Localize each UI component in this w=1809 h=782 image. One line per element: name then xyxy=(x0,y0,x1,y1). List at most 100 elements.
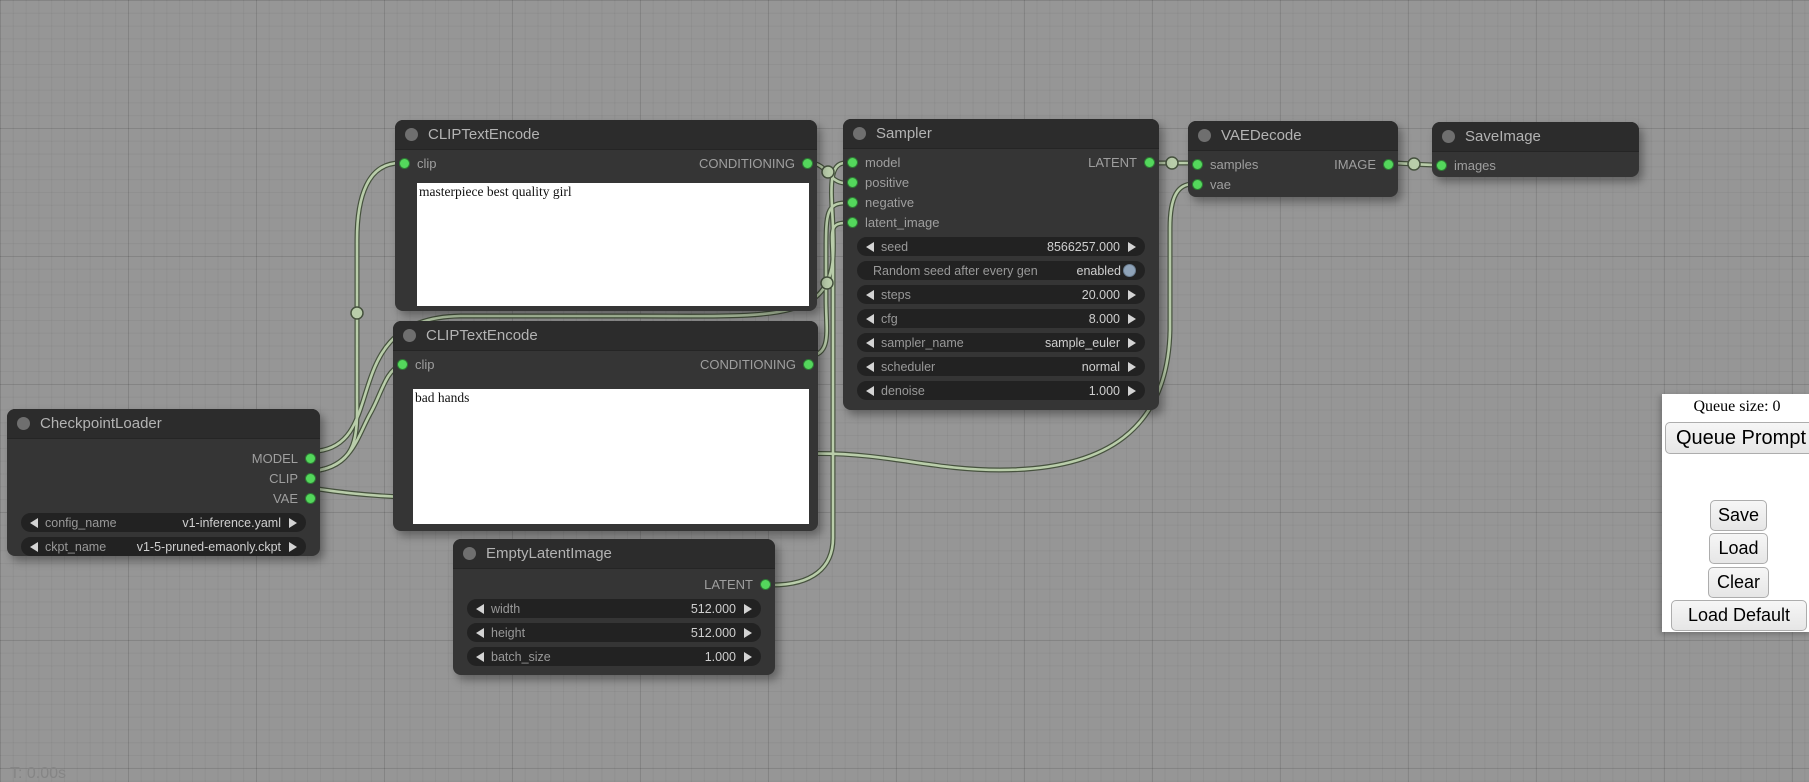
input-slot-clip[interactable]: clip xyxy=(397,357,435,372)
increment-arrow-icon[interactable] xyxy=(1128,242,1136,252)
input-slot-latent-image[interactable]: latent_image xyxy=(847,215,939,230)
sampler-name-widget[interactable]: sampler_name sample_euler xyxy=(857,333,1145,352)
input-dot-icon[interactable] xyxy=(1192,159,1203,170)
output-dot-icon[interactable] xyxy=(305,453,316,464)
input-slot-positive[interactable]: positive xyxy=(847,175,909,190)
increment-arrow-icon[interactable] xyxy=(744,652,752,662)
output-slot-latent[interactable]: LATENT xyxy=(704,577,771,592)
output-dot-icon[interactable] xyxy=(760,579,771,590)
save-button[interactable]: Save xyxy=(1710,500,1767,531)
node-title-label: Sampler xyxy=(876,125,932,142)
input-dot-icon[interactable] xyxy=(847,177,858,188)
node-title-bar[interactable]: CheckpointLoader xyxy=(7,409,320,439)
node-title-bar[interactable]: Sampler xyxy=(843,119,1159,149)
node-checkpointloader[interactable]: CheckpointLoader MODEL CLIP VAE config_n… xyxy=(7,409,320,556)
increment-arrow-icon[interactable] xyxy=(1128,362,1136,372)
increment-arrow-icon[interactable] xyxy=(1128,314,1136,324)
increment-arrow-icon[interactable] xyxy=(1128,386,1136,396)
collapse-dot-icon[interactable] xyxy=(403,329,416,342)
input-dot-icon[interactable] xyxy=(847,197,858,208)
collapse-dot-icon[interactable] xyxy=(1442,130,1455,143)
random-seed-toggle-widget[interactable]: Random seed after every gen enabled xyxy=(857,261,1145,280)
decrement-arrow-icon[interactable] xyxy=(866,362,874,372)
ckpt-name-widget[interactable]: ckpt_name v1-5-pruned-emaonly.ckpt xyxy=(21,537,306,556)
output-dot-icon[interactable] xyxy=(803,359,814,370)
collapse-dot-icon[interactable] xyxy=(853,127,866,140)
node-title-label: CLIPTextEncode xyxy=(428,126,540,143)
collapse-dot-icon[interactable] xyxy=(463,547,476,560)
input-slot-vae[interactable]: vae xyxy=(1192,177,1231,192)
decrement-arrow-icon[interactable] xyxy=(30,518,38,528)
input-dot-icon[interactable] xyxy=(397,359,408,370)
output-slot-conditioning[interactable]: CONDITIONING xyxy=(700,357,814,372)
negative-prompt-textarea[interactable]: bad hands xyxy=(413,389,809,524)
output-dot-icon[interactable] xyxy=(1144,157,1155,168)
load-default-button[interactable]: Load Default xyxy=(1671,600,1807,631)
decrement-arrow-icon[interactable] xyxy=(866,242,874,252)
node-title-bar[interactable]: VAEDecode xyxy=(1188,121,1398,151)
clear-button[interactable]: Clear xyxy=(1708,567,1769,598)
node-title-bar[interactable]: CLIPTextEncode xyxy=(395,120,817,150)
input-dot-icon[interactable] xyxy=(1436,160,1447,171)
node-title-bar[interactable]: EmptyLatentImage xyxy=(453,539,775,569)
decrement-arrow-icon[interactable] xyxy=(30,542,38,552)
input-slot-samples[interactable]: samples xyxy=(1192,157,1258,172)
batch-size-widget[interactable]: batch_size 1.000 xyxy=(467,647,761,666)
cfg-widget[interactable]: cfg 8.000 xyxy=(857,309,1145,328)
node-vaedecode[interactable]: VAEDecode samples IMAGE vae xyxy=(1188,121,1398,197)
node-saveimage[interactable]: SaveImage images xyxy=(1432,122,1639,177)
collapse-dot-icon[interactable] xyxy=(17,417,30,430)
increment-arrow-icon[interactable] xyxy=(289,518,297,528)
decrement-arrow-icon[interactable] xyxy=(476,652,484,662)
node-cliptextencode-positive[interactable]: CLIPTextEncode clip CONDITIONING masterp… xyxy=(395,120,817,311)
collapse-dot-icon[interactable] xyxy=(405,128,418,141)
decrement-arrow-icon[interactable] xyxy=(476,604,484,614)
toggle-dot-icon[interactable] xyxy=(1123,264,1136,277)
output-slot-latent[interactable]: LATENT xyxy=(1088,155,1155,170)
decrement-arrow-icon[interactable] xyxy=(866,386,874,396)
increment-arrow-icon[interactable] xyxy=(1128,290,1136,300)
output-slot-conditioning[interactable]: CONDITIONING xyxy=(699,156,813,171)
width-widget[interactable]: width 512.000 xyxy=(467,599,761,618)
increment-arrow-icon[interactable] xyxy=(744,628,752,638)
seed-widget[interactable]: seed 8566257.000 xyxy=(857,237,1145,256)
output-slot-vae[interactable]: VAE xyxy=(273,491,316,506)
steps-widget[interactable]: steps 20.000 xyxy=(857,285,1145,304)
output-slot-clip[interactable]: CLIP xyxy=(269,471,316,486)
input-slot-model[interactable]: model xyxy=(847,155,900,170)
denoise-widget[interactable]: denoise 1.000 xyxy=(857,381,1145,400)
queue-size-label: Queue size: 0 xyxy=(1662,394,1809,416)
collapse-dot-icon[interactable] xyxy=(1198,129,1211,142)
output-dot-icon[interactable] xyxy=(802,158,813,169)
decrement-arrow-icon[interactable] xyxy=(866,314,874,324)
decrement-arrow-icon[interactable] xyxy=(866,290,874,300)
height-widget[interactable]: height 512.000 xyxy=(467,623,761,642)
output-slot-image[interactable]: IMAGE xyxy=(1334,157,1394,172)
output-slot-model[interactable]: MODEL xyxy=(252,451,316,466)
config-name-widget[interactable]: config_name v1-inference.yaml xyxy=(21,513,306,532)
node-title-bar[interactable]: SaveImage xyxy=(1432,122,1639,152)
output-dot-icon[interactable] xyxy=(305,473,316,484)
output-dot-icon[interactable] xyxy=(305,493,316,504)
queue-prompt-button[interactable]: Queue Prompt xyxy=(1665,422,1809,454)
output-dot-icon[interactable] xyxy=(1383,159,1394,170)
input-dot-icon[interactable] xyxy=(399,158,410,169)
positive-prompt-textarea[interactable]: masterpiece best quality girl xyxy=(417,183,809,306)
decrement-arrow-icon[interactable] xyxy=(866,338,874,348)
load-button[interactable]: Load xyxy=(1709,533,1768,564)
increment-arrow-icon[interactable] xyxy=(289,542,297,552)
input-slot-negative[interactable]: negative xyxy=(847,195,914,210)
node-cliptextencode-negative[interactable]: CLIPTextEncode clip CONDITIONING bad han… xyxy=(393,321,818,531)
input-dot-icon[interactable] xyxy=(847,157,858,168)
input-slot-clip[interactable]: clip xyxy=(399,156,437,171)
scheduler-widget[interactable]: scheduler normal xyxy=(857,357,1145,376)
input-dot-icon[interactable] xyxy=(847,217,858,228)
decrement-arrow-icon[interactable] xyxy=(476,628,484,638)
increment-arrow-icon[interactable] xyxy=(1128,338,1136,348)
input-slot-images[interactable]: images xyxy=(1436,158,1496,173)
node-title-bar[interactable]: CLIPTextEncode xyxy=(393,321,818,351)
node-emptylatentimage[interactable]: EmptyLatentImage LATENT width 512.000 he… xyxy=(453,539,775,675)
input-dot-icon[interactable] xyxy=(1192,179,1203,190)
increment-arrow-icon[interactable] xyxy=(744,604,752,614)
node-sampler[interactable]: Sampler model LATENT positive negative l… xyxy=(843,119,1159,410)
